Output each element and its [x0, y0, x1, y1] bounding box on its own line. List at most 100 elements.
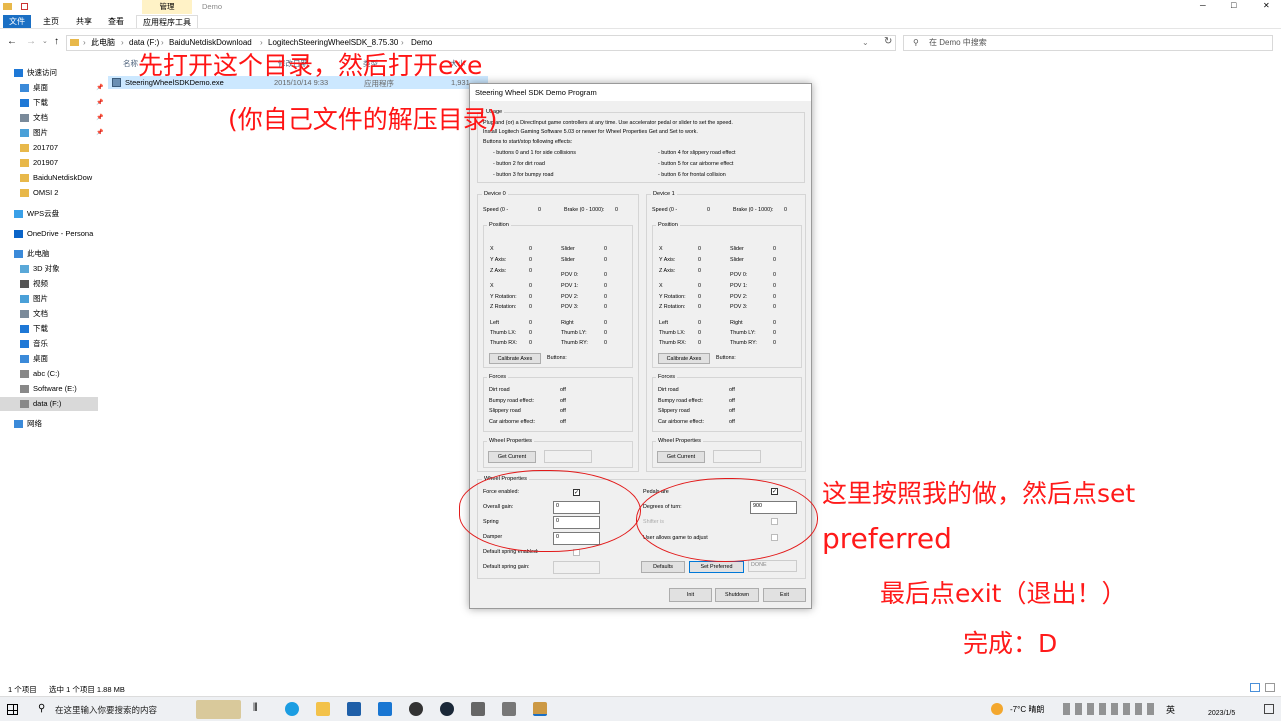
tab-file[interactable]: 文件	[3, 15, 31, 28]
thumb-value: 0	[604, 330, 607, 336]
cloud-icon	[14, 210, 23, 218]
default-spring-gain-field[interactable]	[553, 561, 600, 574]
sidebar-item[interactable]: 下载	[20, 322, 48, 336]
set-preferred-button[interactable]: Set Preferred	[689, 561, 744, 573]
sidebar-item[interactable]: 快速访问	[14, 66, 57, 80]
tray-icons[interactable]	[1063, 703, 1155, 715]
pov-value: 0	[604, 283, 607, 289]
omsi-icon[interactable]	[502, 702, 516, 716]
sdk-demo-taskbar-icon[interactable]	[533, 702, 547, 716]
sidebar-item[interactable]: 桌面	[20, 352, 48, 366]
close-button[interactable]: ✕	[1263, 1, 1270, 10]
chevron-down-icon[interactable]: ⌄	[862, 36, 869, 50]
ribbon: 文件 主页 共享 查看 应用程序工具	[0, 14, 1281, 29]
file-explorer-icon[interactable]	[316, 702, 330, 716]
steam-icon[interactable]	[440, 702, 454, 716]
init-button[interactable]: Init	[669, 588, 712, 602]
sidebar-item[interactable]: data (F:)	[0, 397, 98, 411]
get-current-button[interactable]: Get Current	[488, 451, 536, 463]
pin-icon[interactable]: 📌	[96, 126, 103, 140]
buttons-label: Buttons:	[716, 355, 736, 361]
refresh-icon[interactable]: ↻	[884, 36, 892, 47]
search-input[interactable]: ⚲ 在 Demo 中搜索	[903, 35, 1273, 51]
context-tab-manage[interactable]: 管理	[142, 0, 192, 14]
sidebar-item[interactable]: 图片	[20, 292, 48, 306]
sidebar-item[interactable]: 201707	[20, 141, 58, 155]
app-icon[interactable]	[471, 702, 485, 716]
defaults-button[interactable]: Defaults	[641, 561, 685, 573]
onedrive-icon	[14, 230, 23, 238]
rotation-label: X	[659, 283, 663, 289]
weather-icon[interactable]	[991, 703, 1003, 715]
sidebar-item[interactable]: 3D 对象	[20, 262, 60, 276]
sidebar-item[interactable]: 201907	[20, 156, 58, 170]
axis-label: Y Axis:	[490, 257, 507, 263]
clock-date[interactable]: 2023/1/5	[1208, 710, 1235, 717]
tab-home[interactable]: 主页	[37, 15, 65, 28]
get-current-button[interactable]: Get Current	[657, 451, 705, 463]
device-wheel-properties-group: Wheel Properties Get Current	[652, 438, 802, 468]
sidebar-item[interactable]: 网络	[14, 417, 42, 431]
axis-label: X	[659, 246, 663, 252]
sidebar-item[interactable]: OneDrive - Persona	[14, 227, 93, 241]
details-view-icon[interactable]	[1250, 683, 1260, 692]
search-highlight-image-icon[interactable]	[196, 700, 241, 719]
shutdown-button[interactable]: Shutdown	[715, 588, 759, 602]
pov-value: 0	[604, 294, 607, 300]
pin-icon[interactable]: 📌	[96, 81, 103, 95]
sidebar-item[interactable]: 此电脑	[14, 247, 50, 261]
crumb-this-pc[interactable]: 此电脑	[91, 36, 115, 50]
weather-text[interactable]: -7°C 晴朗	[1010, 704, 1044, 715]
chevron-down-icon[interactable]: ⌄	[42, 37, 48, 45]
sidebar-item[interactable]: WPS云盘	[14, 207, 59, 221]
ime-indicator[interactable]: 英	[1166, 703, 1175, 716]
sidebar-item[interactable]: 文档 📌	[20, 111, 103, 125]
sidebar-item[interactable]: Software (E:)	[20, 382, 77, 396]
3d-objects-icon	[20, 265, 29, 273]
sidebar-item[interactable]: 图片 📌	[20, 126, 103, 140]
store-icon[interactable]	[347, 702, 361, 716]
forward-arrow-icon[interactable]: →	[26, 36, 36, 47]
sidebar-item[interactable]: 桌面 📌	[20, 81, 103, 95]
sidebar-item[interactable]: BaiduNetdiskDow	[20, 171, 92, 185]
sidebar-item[interactable]: 文档	[20, 307, 48, 321]
up-arrow-icon[interactable]: ↑	[54, 36, 59, 47]
edge-icon[interactable]	[285, 702, 299, 716]
exe-icon	[112, 78, 121, 87]
sidebar-item[interactable]: 视频	[20, 277, 48, 291]
maximize-button[interactable]: □	[1231, 0, 1236, 10]
xbox-icon[interactable]	[409, 702, 423, 716]
pin-icon[interactable]: 📌	[96, 96, 103, 110]
sidebar-item[interactable]: OMSI 2	[20, 186, 58, 200]
tiles-view-icon[interactable]	[1265, 683, 1275, 692]
sidebar-item-label: 文档	[33, 113, 48, 122]
calibrate-axes-button[interactable]: Calibrate Axes	[658, 353, 710, 364]
calibrate-axes-button[interactable]: Calibrate Axes	[489, 353, 541, 364]
minimize-button[interactable]: ─	[1200, 1, 1206, 10]
force-value: off	[560, 398, 566, 404]
tab-share[interactable]: 共享	[70, 15, 98, 28]
back-arrow-icon[interactable]: ←	[7, 36, 17, 47]
sidebar-item[interactable]: abc (C:)	[20, 367, 60, 381]
windows-start-icon[interactable]	[7, 704, 18, 715]
pictures-icon	[20, 129, 29, 137]
tab-app-tools[interactable]: 应用程序工具	[136, 15, 198, 28]
checkbox-icon[interactable]	[21, 3, 28, 10]
tab-view[interactable]: 查看	[102, 15, 130, 28]
position-label: Position	[656, 222, 680, 228]
mail-icon[interactable]	[378, 702, 392, 716]
axis-label: X	[490, 246, 494, 252]
exit-button[interactable]: Exit	[763, 588, 806, 602]
effect-left-2: - button 2 for dirt road	[493, 161, 545, 167]
force-label: Car airborne effect:	[489, 419, 536, 425]
taskbar-search-input[interactable]: ⚲ 在这里输入你要搜索的内容	[32, 698, 192, 720]
notification-icon[interactable]	[1264, 704, 1274, 714]
sidebar-item[interactable]: 音乐	[20, 337, 48, 351]
sidebar-item[interactable]: 下载 📌	[20, 96, 103, 110]
sidebar-item-label: 201707	[33, 143, 59, 152]
pin-icon[interactable]: 📌	[96, 111, 103, 125]
slider-value: 0	[773, 257, 776, 263]
task-view-icon[interactable]: ⫴	[253, 702, 258, 715]
column-header-name[interactable]: 名称	[123, 58, 138, 69]
download-icon	[20, 99, 29, 107]
